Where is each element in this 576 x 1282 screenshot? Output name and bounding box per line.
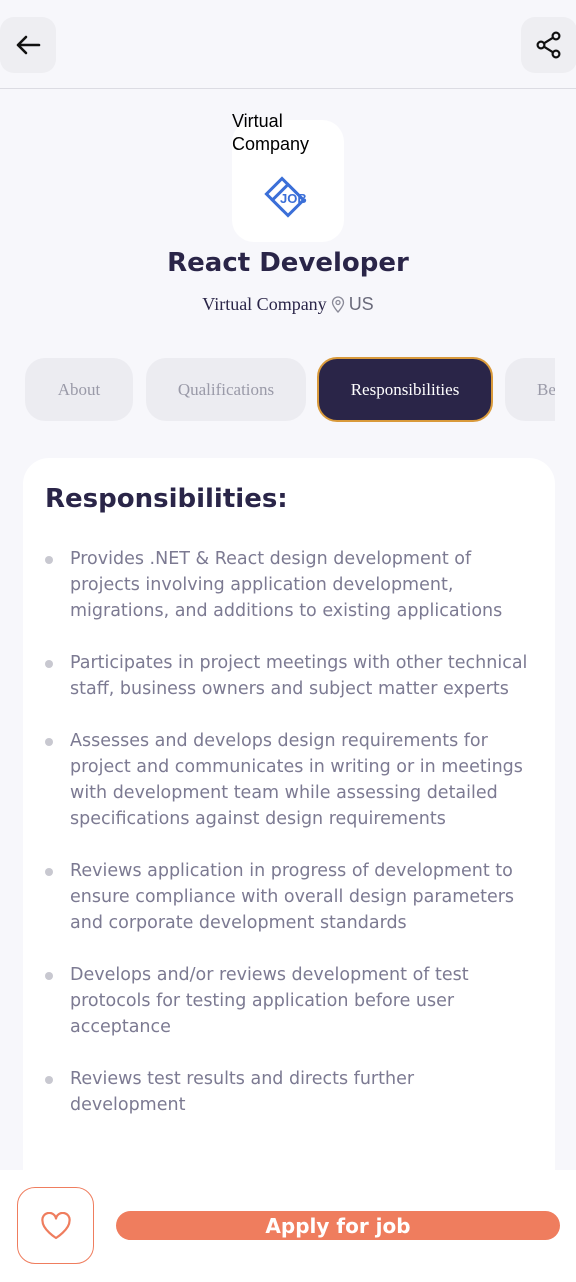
- list-item: Reviews test results and directs further…: [45, 1066, 535, 1118]
- arrow-left-icon: [16, 35, 41, 55]
- list-item-text: Provides .NET & React design development…: [70, 549, 503, 621]
- company-location-line: Virtual Company US: [0, 294, 576, 315]
- company-name: Virtual Company: [202, 294, 327, 314]
- tab-about[interactable]: About: [25, 358, 133, 421]
- list-item-text: Reviews test results and directs further…: [70, 1069, 415, 1115]
- tab-bar: About Qualifications Responsibilities Be…: [24, 357, 555, 423]
- job-logo-icon: JOB: [264, 176, 307, 218]
- list-item: Assesses and develops design requirement…: [45, 728, 535, 832]
- bullet-icon: [45, 868, 53, 876]
- list-item: Reviews application in progress of devel…: [45, 858, 535, 936]
- logo-text: JOB: [280, 191, 307, 206]
- tab-responsibilities[interactable]: Responsibilities: [317, 357, 493, 422]
- list-item-text: Participates in project meetings with ot…: [70, 653, 528, 699]
- list-item: Participates in project meetings with ot…: [45, 650, 535, 702]
- bullet-icon: [45, 556, 53, 564]
- map-pin-icon: [331, 296, 344, 313]
- heart-icon: [40, 1211, 71, 1239]
- logo-alt-text: Virtual Company: [232, 111, 310, 154]
- back-button[interactable]: [0, 17, 56, 73]
- bullet-icon: [45, 660, 53, 668]
- share-button[interactable]: [521, 17, 576, 73]
- share-icon: [536, 31, 561, 59]
- job-location: US: [348, 294, 374, 314]
- list-item-text: Assesses and develops design requirement…: [70, 731, 523, 829]
- job-title: React Developer: [167, 248, 409, 278]
- list-item-text: Develops and/or reviews development of t…: [70, 965, 469, 1037]
- list-item: Provides .NET & React design development…: [45, 546, 535, 624]
- bullet-icon: [45, 972, 53, 980]
- bullet-icon: [45, 738, 53, 746]
- tab-benefits[interactable]: Benefits: [505, 358, 555, 421]
- responsibilities-list: Provides .NET & React design development…: [45, 546, 535, 1144]
- bottom-action-bar: Apply for job: [0, 1170, 576, 1282]
- favorite-button[interactable]: [17, 1187, 94, 1264]
- list-item-text: Reviews application in progress of devel…: [70, 861, 515, 933]
- responsibilities-card: Responsibilities: Provides .NET & React …: [23, 458, 555, 1218]
- top-bar: [0, 0, 576, 89]
- list-item: Develops and/or reviews development of t…: [45, 962, 535, 1040]
- company-logo: Virtual Company JOB: [232, 110, 344, 242]
- tab-qualifications[interactable]: Qualifications: [146, 358, 306, 421]
- apply-button[interactable]: Apply for job: [116, 1211, 560, 1240]
- section-title: Responsibilities:: [45, 484, 288, 514]
- bullet-icon: [45, 1076, 53, 1084]
